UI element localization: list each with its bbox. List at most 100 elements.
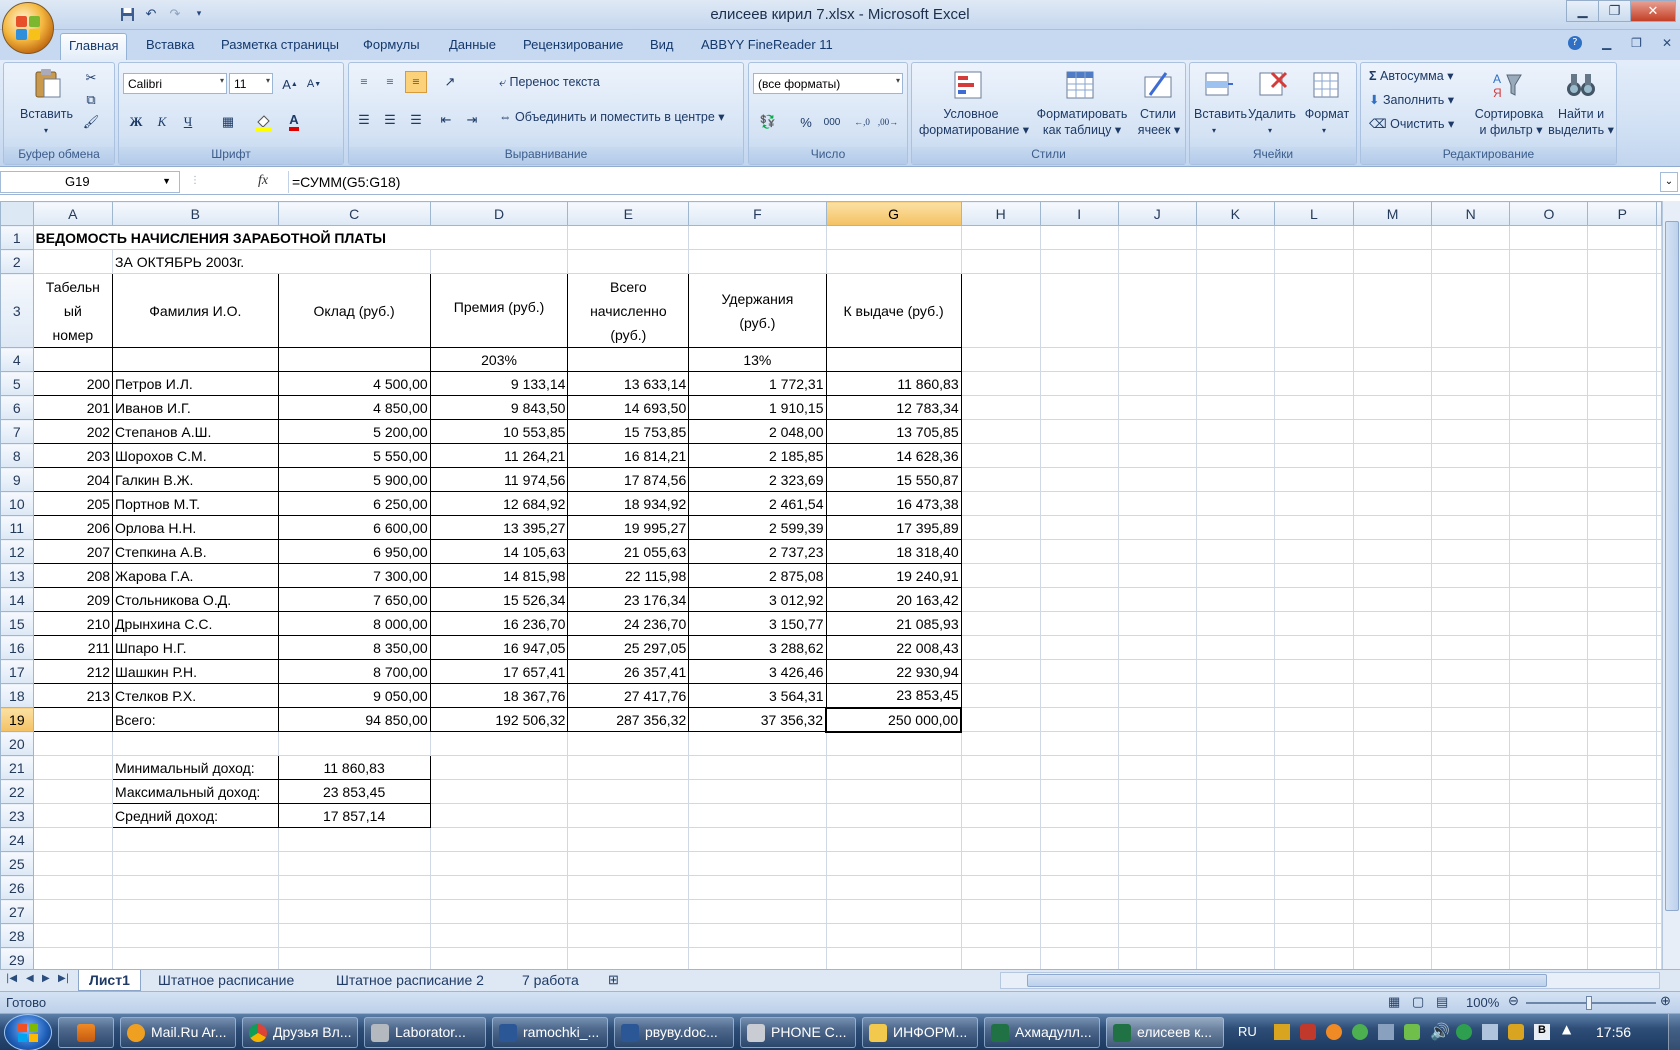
font-color-icon[interactable]: A (283, 111, 305, 133)
cell[interactable] (1509, 755, 1589, 780)
cell[interactable] (1352, 947, 1433, 969)
cell[interactable] (1656, 587, 1662, 612)
cell[interactable] (1117, 707, 1197, 732)
cell[interactable] (1431, 851, 1511, 876)
cell[interactable] (1352, 225, 1433, 250)
format-painter-icon[interactable]: 🖌 (80, 111, 102, 133)
cell-deductions[interactable]: 3 288,62 (688, 635, 827, 660)
cell[interactable] (567, 851, 690, 876)
cell[interactable] (1431, 443, 1511, 468)
bold-button[interactable]: Ж (125, 111, 147, 133)
page-layout-view-icon[interactable]: ▢ (1412, 994, 1424, 1010)
cell[interactable] (1431, 347, 1511, 372)
start-button[interactable] (4, 1014, 52, 1050)
cell[interactable] (1587, 371, 1657, 396)
cell[interactable] (1656, 827, 1662, 852)
cell-tab-number[interactable]: 206 (32, 515, 114, 540)
cell-to-pay[interactable]: 12 783,34 (825, 395, 962, 420)
cell[interactable] (1039, 539, 1119, 564)
cell[interactable] (567, 947, 690, 969)
thousands-button[interactable]: 000 (821, 111, 843, 133)
prev-sheet-icon[interactable]: ◀ (26, 973, 34, 984)
cell[interactable] (1587, 467, 1657, 492)
cell[interactable] (1509, 467, 1589, 492)
cell[interactable] (960, 273, 1041, 348)
cell[interactable] (1431, 515, 1511, 540)
cell[interactable] (1587, 491, 1657, 516)
cell[interactable] (1195, 587, 1275, 612)
cell-deductions[interactable]: 2 185,85 (688, 443, 827, 468)
cell[interactable] (1039, 947, 1119, 969)
cell-bonus[interactable]: 15 526,34 (429, 587, 569, 612)
sheet-title[interactable]: ВЕДОМОСТЬ НАЧИСЛЕНИЯ ЗАРАБОТНОЙ ПЛАТЫ (32, 225, 569, 250)
cell-to-pay[interactable]: 16 473,38 (825, 491, 962, 516)
cell[interactable] (429, 947, 569, 969)
cell[interactable] (688, 947, 827, 969)
autosum-button[interactable]: Σ Автосумма ▾ (1369, 69, 1453, 84)
shrink-font-icon[interactable]: A ▼ (303, 73, 325, 95)
cell-to-pay[interactable]: 22 008,43 (825, 635, 962, 660)
total-d[interactable]: 192 506,32 (429, 707, 569, 732)
taskbar-item-laboratory[interactable]: Laborator... (364, 1017, 486, 1048)
cell[interactable] (112, 731, 279, 756)
header-bonus[interactable]: Премия (руб.) (429, 273, 569, 348)
cell[interactable] (1352, 491, 1433, 516)
utorrent-icon[interactable] (1456, 1024, 1472, 1040)
cell-tab-number[interactable]: 207 (32, 539, 114, 564)
cell[interactable] (960, 347, 1041, 372)
cell[interactable] (567, 827, 690, 852)
orientation-icon[interactable]: ↗ (439, 71, 461, 93)
cell[interactable] (1587, 851, 1657, 876)
cell[interactable] (825, 899, 962, 924)
cell[interactable] (1039, 707, 1119, 732)
cell[interactable] (960, 899, 1041, 924)
cell[interactable] (1431, 611, 1511, 636)
cell[interactable] (1273, 371, 1354, 396)
tray-app-icon-3[interactable] (1352, 1024, 1368, 1040)
cell[interactable] (112, 947, 279, 969)
cell-tab-number[interactable]: 200 (32, 371, 114, 396)
stat-label[interactable]: Максимальный доход: (112, 779, 279, 804)
cell[interactable] (1656, 347, 1662, 372)
cell[interactable] (1273, 851, 1354, 876)
taskbar-item-phone[interactable]: PHONE C... (740, 1017, 856, 1048)
cell[interactable] (1656, 443, 1662, 468)
cell[interactable] (1039, 467, 1119, 492)
column-header-n[interactable]: N (1431, 201, 1511, 226)
tab-formulas[interactable]: Формулы (363, 37, 420, 52)
cell[interactable] (1039, 395, 1119, 420)
formula-input[interactable]: =СУММ(G5:G18) (288, 171, 1656, 193)
borders-icon[interactable]: ▦ (217, 111, 239, 133)
cell[interactable] (567, 923, 690, 948)
cell-total-accrued[interactable]: 16 814,21 (567, 443, 690, 468)
header-total-accrued[interactable]: Всего начисленно (руб.) (567, 273, 690, 348)
cell[interactable] (1273, 947, 1354, 969)
cell[interactable] (1587, 755, 1657, 780)
tab-page-layout[interactable]: Разметка страницы (221, 37, 339, 52)
cell-tab-number[interactable]: 205 (32, 491, 114, 516)
row-header-27[interactable]: 27 (0, 899, 34, 924)
cell[interactable] (960, 755, 1041, 780)
cell[interactable] (1039, 755, 1119, 780)
tray-app-icon-2[interactable] (1326, 1024, 1342, 1040)
font-name-select[interactable]: Calibri ▾ (123, 73, 227, 94)
cell[interactable] (1195, 803, 1275, 828)
cell[interactable] (960, 707, 1041, 732)
cell[interactable] (960, 419, 1041, 444)
cell-employee-name[interactable]: Стольникова О.Д. (112, 587, 279, 612)
cell-bonus[interactable]: 17 657,41 (429, 659, 569, 684)
cell[interactable] (1273, 443, 1354, 468)
cell[interactable] (1352, 635, 1433, 660)
vertical-scroll-thumb[interactable] (1665, 221, 1679, 911)
cell[interactable] (1352, 273, 1433, 348)
cell-total-accrued[interactable]: 19 995,27 (567, 515, 690, 540)
column-header-a[interactable]: A (32, 201, 114, 226)
cell[interactable] (1656, 875, 1662, 900)
align-left-icon[interactable]: ☰ (353, 109, 375, 131)
row-header-11[interactable]: 11 (0, 515, 34, 540)
cell[interactable] (1195, 395, 1275, 420)
cell[interactable] (1352, 851, 1433, 876)
row-header-3[interactable]: 3 (0, 273, 34, 348)
cell[interactable] (1587, 587, 1657, 612)
volume-icon[interactable]: 🔊 (1430, 1022, 1450, 1041)
